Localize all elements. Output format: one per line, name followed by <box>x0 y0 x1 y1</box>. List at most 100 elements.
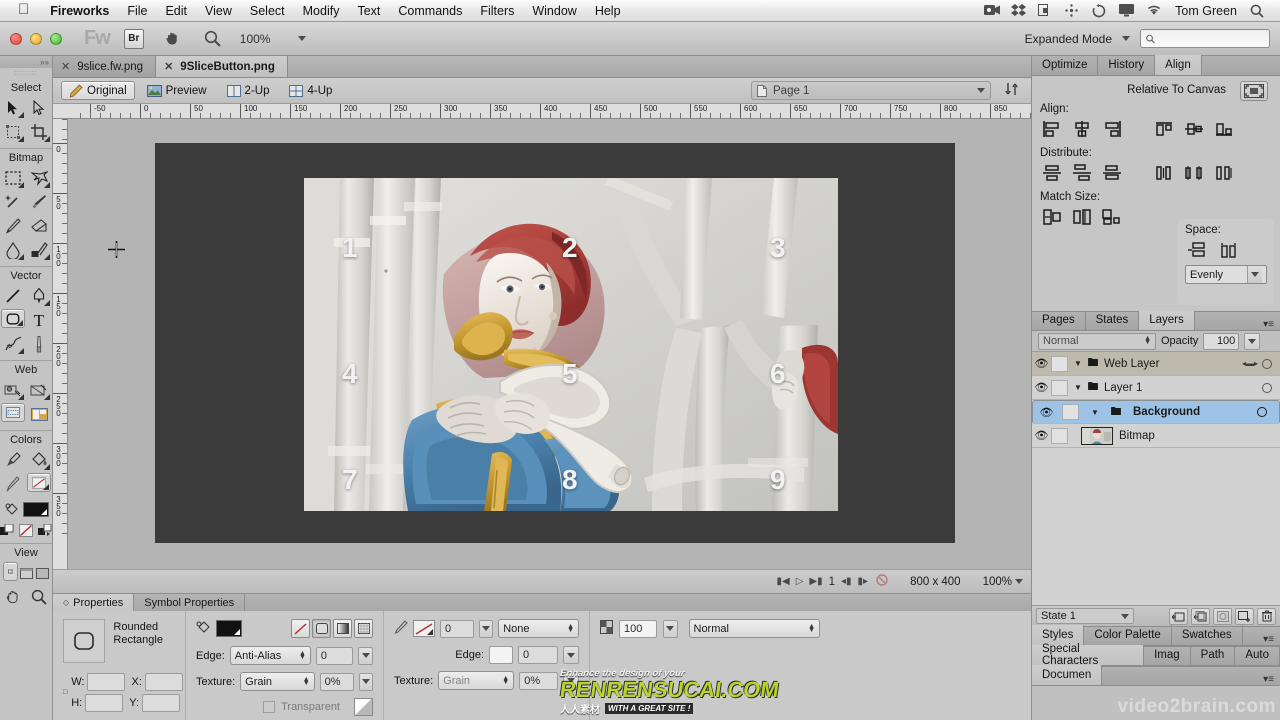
menu-edit[interactable]: Edit <box>156 2 196 20</box>
disclosure-triangle-icon[interactable]: ▼ <box>1071 359 1085 368</box>
line-tool[interactable] <box>1 285 25 307</box>
canvas-zoom-control[interactable]: 100% <box>983 576 1023 588</box>
page-selector[interactable]: Page 1 <box>751 81 991 100</box>
hide-slices-tool[interactable] <box>1 403 25 422</box>
menu-commands[interactable]: Commands <box>389 2 471 20</box>
view-original-button[interactable]: Original <box>61 81 135 100</box>
state-number[interactable]: 1 <box>829 576 835 588</box>
disclosure-triangle-icon[interactable]: ▼ <box>1088 408 1102 417</box>
view-preview-button[interactable]: Preview <box>139 81 215 100</box>
align-top-icon[interactable] <box>1152 118 1176 140</box>
duplicate-state-icon[interactable] <box>1191 607 1210 625</box>
hand-tool[interactable] <box>1 586 25 608</box>
disclosure-triangle-icon[interactable]: ▼ <box>1071 383 1085 392</box>
tab-history[interactable]: History <box>1098 55 1156 75</box>
chevron-down-icon[interactable] <box>1015 579 1023 584</box>
height-input[interactable] <box>85 694 124 712</box>
play-icon[interactable]: ▷ <box>796 576 804 587</box>
eye-icon[interactable]: 👁 <box>1032 357 1051 370</box>
fill-edge-slider-button[interactable] <box>358 646 373 665</box>
vertical-ruler[interactable]: 0 50 100 150 200 250 300 350 <box>53 119 68 569</box>
panel-menu-icon[interactable]: ▾≡ <box>1263 310 1280 330</box>
no-fill-stroke-icon[interactable] <box>19 523 34 538</box>
lasso-tool[interactable] <box>27 167 51 189</box>
state-selector[interactable]: State 1 <box>1036 608 1134 624</box>
apple-icon[interactable]:  <box>8 2 41 19</box>
match-both-icon[interactable] <box>1100 206 1124 228</box>
space-evenly-select[interactable]: Evenly <box>1185 265 1267 284</box>
next-state-icon[interactable]: ▮▸ <box>858 576 869 587</box>
zoom-window-button[interactable] <box>50 32 62 45</box>
stroke-texture-amount[interactable]: 0% <box>519 671 559 690</box>
magic-wand-tool[interactable] <box>1 191 25 213</box>
fill-edge-amount[interactable]: 0 <box>315 646 354 665</box>
distribute-left-icon[interactable] <box>1152 162 1176 184</box>
clipboard-icon[interactable] <box>1038 3 1054 18</box>
eye-icon[interactable]: 👁 <box>1032 429 1051 442</box>
text-tool[interactable]: T <box>27 309 51 331</box>
blend-mode-select[interactable]: Normal ▲ ▼ <box>688 619 820 638</box>
tab-auto-shapes[interactable]: Auto <box>1235 645 1280 665</box>
paint-bucket-tool[interactable] <box>27 449 51 471</box>
tab-align[interactable]: Align <box>1155 55 1202 75</box>
first-state-icon[interactable]: ▮◀ <box>776 576 789 587</box>
fill-bucket-icon[interactable] <box>4 498 20 520</box>
distribute-top-icon[interactable] <box>1040 162 1064 184</box>
view-2up-button[interactable]: 2-Up <box>219 81 278 100</box>
pattern-fill-icon[interactable] <box>354 619 373 638</box>
standard-screen-mode[interactable] <box>2 562 18 581</box>
layer-row-web-layer[interactable]: 👁 ▼ 🖿 Web Layer ◂▬▸ <box>1032 352 1280 376</box>
hotspot-tool[interactable] <box>1 379 25 401</box>
match-height-icon[interactable] <box>1070 206 1094 228</box>
stroke-color-swatch[interactable] <box>1 473 25 495</box>
menu-file[interactable]: File <box>118 2 156 20</box>
stop-icon[interactable] <box>876 574 888 589</box>
layer-select-radio[interactable] <box>1262 382 1272 393</box>
layer-opacity-slider-button[interactable] <box>1244 332 1261 350</box>
tab-pages[interactable]: Pages <box>1032 310 1086 330</box>
space-vertical-icon[interactable] <box>1217 239 1241 261</box>
stroke-edge-slider-button[interactable] <box>563 646 579 664</box>
layer-row-layer-1[interactable]: 👁 ▼ 🖿 Layer 1 <box>1032 376 1280 400</box>
stroke-category-select[interactable]: None ▲ ▼ <box>498 619 579 638</box>
onion-skin-icon[interactable] <box>1213 607 1232 625</box>
lock-cell[interactable] <box>1051 355 1068 372</box>
no-stroke-icon[interactable] <box>413 620 435 637</box>
match-width-icon[interactable] <box>1040 206 1064 228</box>
bridge-button[interactable]: Br <box>123 28 144 49</box>
crop-tool[interactable] <box>27 121 51 143</box>
zoom-level-value[interactable]: 100% <box>240 32 271 46</box>
tab-swatches[interactable]: Swatches <box>1172 625 1243 645</box>
last-state-icon[interactable]: ▶▮ <box>809 576 822 587</box>
lock-cell[interactable] <box>1051 427 1068 444</box>
prev-state-icon[interactable]: ◂▮ <box>841 576 852 587</box>
menu-window[interactable]: Window <box>523 2 585 20</box>
align-bottom-icon[interactable] <box>1212 118 1236 140</box>
layer-row-bitmap[interactable]: 👁 Bitmap <box>1032 424 1280 448</box>
menu-select[interactable]: Select <box>241 2 294 20</box>
nine-slice-image[interactable]: 1 2 3 4 5 6 7 8 9 <box>304 178 838 511</box>
menu-text[interactable]: Text <box>348 2 389 20</box>
stroke-edge-preview[interactable] <box>489 646 513 664</box>
layers-empty-area[interactable] <box>1032 448 1280 605</box>
align-right-icon[interactable] <box>1100 118 1124 140</box>
tab-image-editing[interactable]: Imag <box>1144 645 1191 665</box>
tab-layers[interactable]: Layers <box>1139 310 1195 330</box>
eye-icon[interactable]: 👁 <box>1037 406 1056 419</box>
sync-icon[interactable] <box>1092 3 1108 18</box>
stroke-width-slider-button[interactable] <box>479 619 494 638</box>
chevron-down-icon[interactable] <box>977 88 985 93</box>
freeform-tool[interactable] <box>1 333 25 355</box>
tab-properties[interactable]: ◇ Properties <box>53 594 135 611</box>
swap-colors-icon[interactable] <box>37 523 52 538</box>
hand-icon[interactable] <box>162 28 184 50</box>
layer-row-background[interactable]: 👁 ▼ 🖿 Background <box>1032 400 1280 424</box>
display-icon[interactable] <box>1119 3 1135 18</box>
layer-select-radio[interactable] <box>1262 358 1272 369</box>
menu-help[interactable]: Help <box>586 2 630 20</box>
lock-cell[interactable] <box>1051 379 1068 396</box>
stroke-texture-slider-button[interactable] <box>563 671 579 690</box>
tab-optimize[interactable]: Optimize <box>1032 55 1099 75</box>
new-bitmap-icon[interactable] <box>1235 607 1254 625</box>
screen-recorder-icon[interactable] <box>984 4 1001 18</box>
